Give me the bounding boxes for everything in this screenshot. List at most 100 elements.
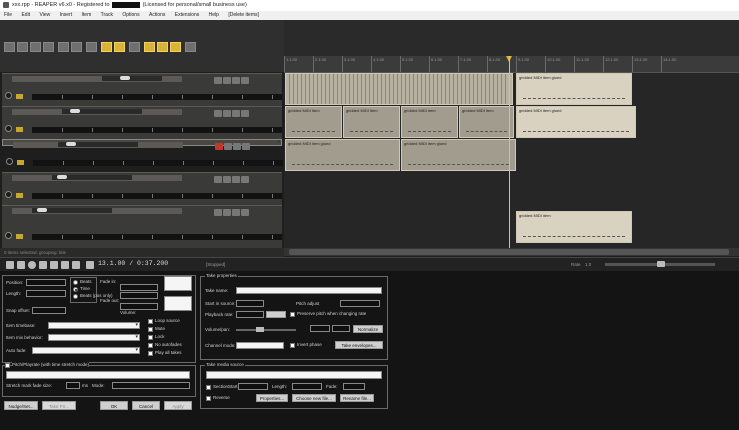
fade-out-curve-preview[interactable] <box>164 296 192 311</box>
item-timebase-select[interactable] <box>48 322 140 329</box>
volume-fader[interactable] <box>58 142 138 147</box>
io-button[interactable] <box>241 176 249 183</box>
menu-file[interactable]: File <box>4 12 12 18</box>
position-field[interactable] <box>26 279 66 286</box>
fader-knob[interactable] <box>120 76 130 80</box>
timebase-radio-time[interactable] <box>73 287 78 292</box>
io-button[interactable] <box>241 110 249 117</box>
record-arm-icon[interactable] <box>6 158 13 165</box>
invert-phase-checkbox[interactable] <box>290 343 295 348</box>
track-panel-1[interactable] <box>2 73 282 106</box>
monitor-icon[interactable] <box>16 127 23 132</box>
snap-toggle-icon[interactable] <box>101 42 112 52</box>
record-icon[interactable] <box>28 261 36 269</box>
track-lane-2[interactable]: gridded MIDI item gridded MIDI item grid… <box>284 106 739 139</box>
project-settings-icon[interactable] <box>43 42 54 52</box>
volume-fader[interactable] <box>62 109 142 114</box>
mute-checkbox[interactable] <box>148 327 153 332</box>
io-button[interactable] <box>242 143 250 150</box>
take-pan-law-field[interactable] <box>332 325 350 332</box>
loop-icon[interactable] <box>86 261 94 269</box>
volume-fader[interactable] <box>52 175 132 180</box>
volume-fader[interactable] <box>32 208 112 213</box>
record-arm-icon[interactable] <box>5 125 12 132</box>
media-item[interactable]: gridded MIDI item glued <box>516 106 636 138</box>
choose-new-file-button[interactable]: Choose new file... <box>292 394 336 402</box>
media-item[interactable]: gridded MIDI item glued <box>516 73 632 105</box>
take-fx-button[interactable]: Take FX... <box>42 401 76 410</box>
stop-icon[interactable] <box>61 261 69 269</box>
section-length-field[interactable] <box>292 383 322 390</box>
mute-button[interactable] <box>223 110 231 117</box>
take-pan-field[interactable] <box>310 325 330 332</box>
playrate-knob[interactable] <box>657 261 665 267</box>
track-panel-5[interactable] <box>2 205 282 249</box>
track-panel-3[interactable] <box>2 139 283 166</box>
item-grouping-icon[interactable] <box>144 42 155 52</box>
timebase-radio-beats-pos[interactable] <box>73 294 78 299</box>
play-all-takes-checkbox[interactable] <box>148 351 153 356</box>
track-lane-4[interactable] <box>284 172 739 205</box>
undo-icon[interactable] <box>58 42 69 52</box>
playrate-slider[interactable] <box>605 261 715 267</box>
section-checkbox[interactable] <box>206 385 211 390</box>
section-fade-field[interactable] <box>343 383 365 390</box>
menu-options[interactable]: Options <box>122 12 139 18</box>
menu-view[interactable]: View <box>39 12 50 18</box>
media-file-field[interactable] <box>206 371 382 379</box>
take-name-field[interactable] <box>236 287 382 294</box>
monitor-icon[interactable] <box>16 234 23 239</box>
locking-icon[interactable] <box>185 42 196 52</box>
play-icon[interactable] <box>39 261 47 269</box>
media-item[interactable]: gridded MIDI item glued <box>285 139 400 171</box>
fx-button[interactable] <box>214 209 222 216</box>
fx-button-active[interactable] <box>215 143 223 150</box>
save-project-icon[interactable] <box>30 42 41 52</box>
fx-button[interactable] <box>214 77 222 84</box>
pause-icon[interactable] <box>72 261 80 269</box>
envelope-points-move-icon[interactable] <box>170 42 181 52</box>
solo-button[interactable] <box>232 176 240 183</box>
track-panel-2[interactable] <box>2 106 282 139</box>
solo-button[interactable] <box>232 209 240 216</box>
playback-rate-field[interactable] <box>236 311 264 318</box>
repeat-icon[interactable] <box>50 261 58 269</box>
auto-crossfade-icon[interactable] <box>157 42 168 52</box>
fader-knob[interactable] <box>66 142 76 146</box>
menu-insert[interactable]: Insert <box>60 12 73 18</box>
go-to-start-icon[interactable] <box>6 261 14 269</box>
menu-actions[interactable]: Actions <box>149 12 165 18</box>
fx-button[interactable] <box>214 110 222 117</box>
stretch-fade-field[interactable] <box>66 382 80 389</box>
fade-in-shape[interactable] <box>120 292 158 299</box>
track-lane-5[interactable]: gridded MIDI item <box>284 205 739 248</box>
grid-toggle-icon[interactable] <box>114 42 125 52</box>
fader-knob[interactable] <box>70 109 80 113</box>
metronome-icon[interactable] <box>86 42 97 52</box>
ripple-edit-icon[interactable] <box>129 42 140 52</box>
nudge-set-button[interactable]: Nudge/Set... <box>4 401 38 410</box>
io-button[interactable] <box>241 77 249 84</box>
solo-button[interactable] <box>233 143 241 150</box>
item-mix-select[interactable] <box>48 334 140 341</box>
new-project-icon[interactable] <box>4 42 15 52</box>
monitor-icon[interactable] <box>16 193 23 198</box>
redo-icon[interactable] <box>71 42 82 52</box>
track-lane-3[interactable]: gridded MIDI item glued gridded MIDI ite… <box>284 139 739 172</box>
record-arm-icon[interactable] <box>5 92 12 99</box>
mute-button[interactable] <box>223 77 231 84</box>
io-button[interactable] <box>241 209 249 216</box>
monitor-icon[interactable] <box>16 94 23 99</box>
apply-button[interactable]: Apply <box>164 401 192 410</box>
menu-delete-items[interactable]: [Delete items] <box>228 12 259 18</box>
record-arm-icon[interactable] <box>5 191 12 198</box>
no-autofades-checkbox[interactable] <box>148 343 153 348</box>
pitch-playrate-checkbox[interactable] <box>5 363 10 368</box>
lock-checkbox[interactable] <box>148 335 153 340</box>
snap-offset-field[interactable] <box>32 307 66 314</box>
volume-fader[interactable] <box>102 76 162 81</box>
monitor-icon[interactable] <box>17 160 24 165</box>
media-item[interactable]: gridded MIDI item <box>459 106 514 138</box>
menu-edit[interactable]: Edit <box>21 12 30 18</box>
fade-out-field[interactable] <box>120 303 158 310</box>
